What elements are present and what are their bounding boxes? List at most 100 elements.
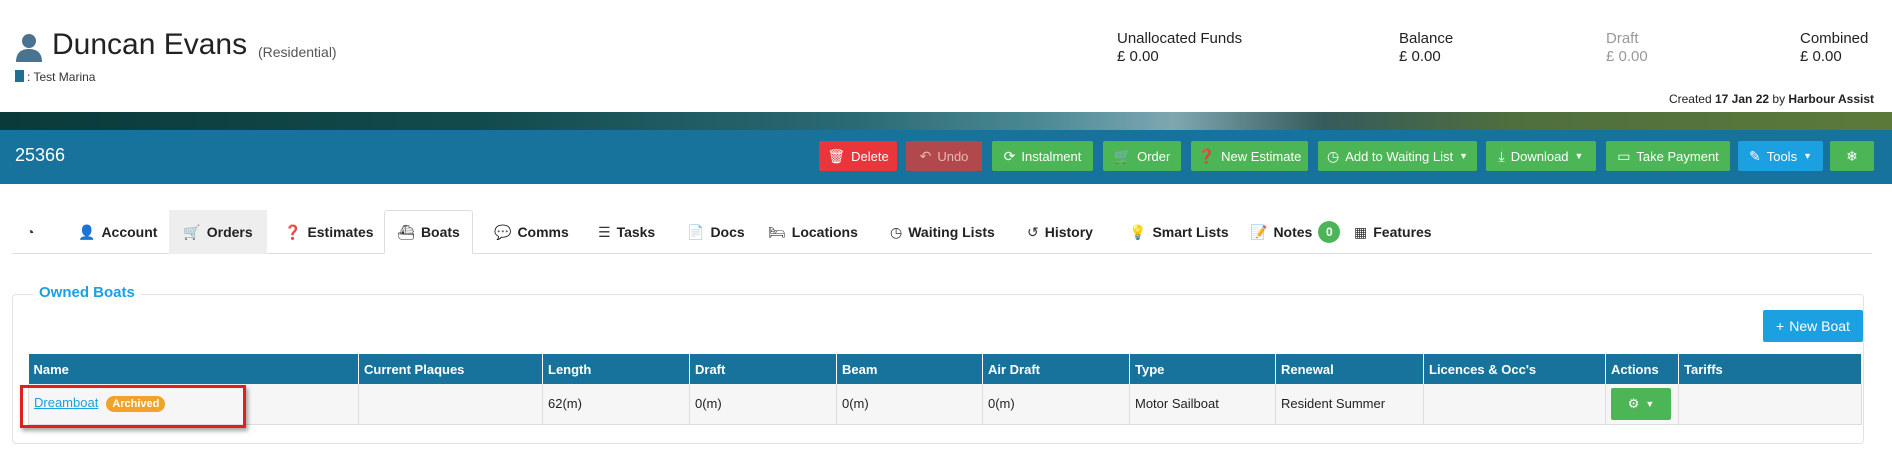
boat-link[interactable]: Dreamboat — [34, 395, 98, 410]
plaques-cell — [358, 384, 543, 425]
boat-icon: ⛴ — [397, 223, 415, 240]
building-icon — [15, 70, 24, 82]
take-payment-label: Take Payment — [1636, 148, 1719, 164]
person-icon — [16, 34, 42, 62]
tab-docs[interactable]: 📄 Docs — [687, 210, 745, 254]
new-estimate-button[interactable]: ❓ New Estimate — [1191, 141, 1308, 171]
created-info: Created 17 Jan 22 by Harbour Assist — [1669, 92, 1874, 106]
tab-bar: ◔ 👤 Account 🛒 Orders ❓ Estimates ⛴ Boats 💬 Co… — [12, 210, 1872, 254]
customer-type: (Residential) — [258, 44, 337, 60]
status-badge: Archived — [106, 396, 166, 413]
tab-dashboard[interactable]: ◔ — [26, 210, 52, 254]
tab-label: Boats — [420, 224, 460, 240]
column-header[interactable]: Name — [28, 354, 359, 384]
new-boat-button[interactable]: + New Boat — [1763, 310, 1863, 342]
tab-label: Tasks — [616, 224, 656, 240]
trash-icon: 🗑 — [827, 147, 846, 164]
tab-history[interactable]: ↺ History — [1027, 210, 1093, 254]
download-label: Download — [1510, 148, 1569, 164]
tariffs-cell — [1678, 384, 1862, 425]
column-header[interactable]: Air Draft — [982, 354, 1130, 384]
order-button[interactable]: 🛒 Order — [1103, 141, 1181, 171]
row-actions-button[interactable]: ⚙ ▼ — [1611, 387, 1671, 420]
column-header[interactable]: Draft — [689, 354, 837, 384]
fund-label: Balance — [1399, 30, 1454, 47]
cart-icon: 🛒 — [1113, 147, 1132, 164]
created-date: 17 Jan 22 — [1715, 92, 1770, 106]
tab-comms[interactable]: 💬 Comms — [494, 210, 569, 254]
tab-label: Docs — [710, 224, 745, 240]
clock-icon: ◷ — [1326, 147, 1340, 164]
boats-table: Name Current Plaques Length Draft Beam A… — [28, 354, 1862, 425]
cart-icon: 🛒 — [183, 223, 201, 240]
tab-account[interactable]: 👤 Account — [78, 210, 157, 254]
boat-name-cell: Dreamboat Archived — [28, 384, 359, 425]
history-icon: ↺ — [1027, 223, 1039, 240]
tab-waiting-lists[interactable]: ◷ Waiting Lists — [890, 210, 995, 254]
tab-features[interactable]: ▦ Features — [1354, 210, 1432, 254]
record-id: 25366 — [15, 145, 66, 165]
customer-header: Duncan Evans (Residential) : Test Marina… — [0, 0, 1892, 112]
column-header[interactable]: Renewal — [1275, 354, 1424, 384]
refresh-icon: ⟳ — [1003, 147, 1016, 164]
delete-button[interactable]: 🗑 Delete — [819, 141, 897, 171]
download-button[interactable]: ⤓ Download ▼ — [1486, 141, 1596, 171]
marina-label: : Test Marina — [15, 70, 95, 84]
beam-cell: 0(m) — [836, 384, 983, 425]
column-header[interactable]: Licences & Occ's — [1423, 354, 1606, 384]
new-estimate-label: New Estimate — [1221, 148, 1302, 164]
tab-tasks[interactable]: ☰ Tasks — [598, 210, 655, 254]
credit-card-icon: ▭ — [1617, 147, 1631, 164]
tab-notes[interactable]: 📝 Notes 0 — [1250, 210, 1341, 254]
column-header: Tariffs — [1678, 354, 1862, 384]
licences-cell — [1423, 384, 1606, 425]
tab-orders[interactable]: 🛒 Orders — [169, 210, 267, 254]
user-icon: 👤 — [78, 223, 96, 240]
instalment-button[interactable]: ⟳ Instalment — [992, 141, 1093, 171]
new-boat-label: New Boat — [1789, 318, 1850, 334]
draft-funds: Draft £ 0.00 — [1606, 30, 1648, 66]
column-header[interactable]: Type — [1129, 354, 1276, 384]
question-icon: ❓ — [284, 223, 302, 240]
draft-cell: 0(m) — [689, 384, 837, 425]
column-header[interactable]: Current Plaques — [358, 354, 543, 384]
tools-label: Tools — [1766, 148, 1798, 164]
magic-wand-icon: ✎ — [1748, 147, 1761, 164]
plus-icon: + — [1776, 318, 1785, 334]
actions-cell: ⚙ ▼ — [1605, 384, 1679, 425]
caret-down-icon: ▼ — [1803, 151, 1812, 161]
dashboard-icon: ◔ — [26, 224, 35, 240]
waiting-list-label: Add to Waiting List — [1345, 148, 1454, 164]
fund-value: £ 0.00 — [1800, 48, 1842, 65]
tab-estimates[interactable]: ❓ Estimates — [284, 210, 374, 254]
lightbulb-icon: 💡 — [1129, 223, 1147, 240]
clock-icon: ◷ — [890, 223, 903, 240]
grid-icon: ▦ — [1354, 223, 1368, 240]
tab-locations[interactable]: 🛏 Locations — [768, 210, 858, 254]
take-payment-button[interactable]: ▭ Take Payment — [1606, 141, 1730, 171]
tab-boats[interactable]: ⛴ Boats — [384, 210, 473, 254]
tab-label: Orders — [206, 224, 253, 240]
column-header[interactable]: Beam — [836, 354, 983, 384]
column-header[interactable]: Length — [542, 354, 690, 384]
add-waiting-list-button[interactable]: ◷ Add to Waiting List ▼ — [1318, 141, 1477, 171]
bed-icon: 🛏 — [768, 223, 786, 240]
action-toolbar: 25366 🗑 Delete ↶ Undo ⟳ Instalment 🛒 Order ❓… — [0, 130, 1892, 184]
fund-label: Unallocated Funds — [1117, 30, 1243, 47]
tab-smart-lists[interactable]: 💡 Smart Lists — [1129, 210, 1229, 254]
tab-label: Features — [1373, 224, 1432, 240]
settings-button[interactable]: ❄ — [1830, 141, 1874, 171]
fund-value: £ 0.00 — [1606, 48, 1648, 65]
caret-down-icon: ▼ — [1574, 151, 1584, 161]
tab-label: Waiting Lists — [908, 224, 995, 240]
cogs-icon: ⚙ — [1627, 395, 1640, 411]
tools-button[interactable]: ✎ Tools ▼ — [1738, 141, 1823, 171]
tab-label: Estimates — [307, 224, 374, 240]
snowflake-icon: ❄ — [1846, 147, 1858, 164]
table-row: Dreamboat Archived 62(m) 0(m) 0(m) 0(m) M… — [28, 384, 1862, 425]
length-cell: 62(m) — [542, 384, 690, 425]
fund-label: Combined — [1800, 30, 1869, 47]
undo-button[interactable]: ↶ Undo — [906, 141, 982, 171]
caret-down-icon: ▼ — [1645, 398, 1655, 409]
download-icon: ⤓ — [1498, 147, 1505, 164]
